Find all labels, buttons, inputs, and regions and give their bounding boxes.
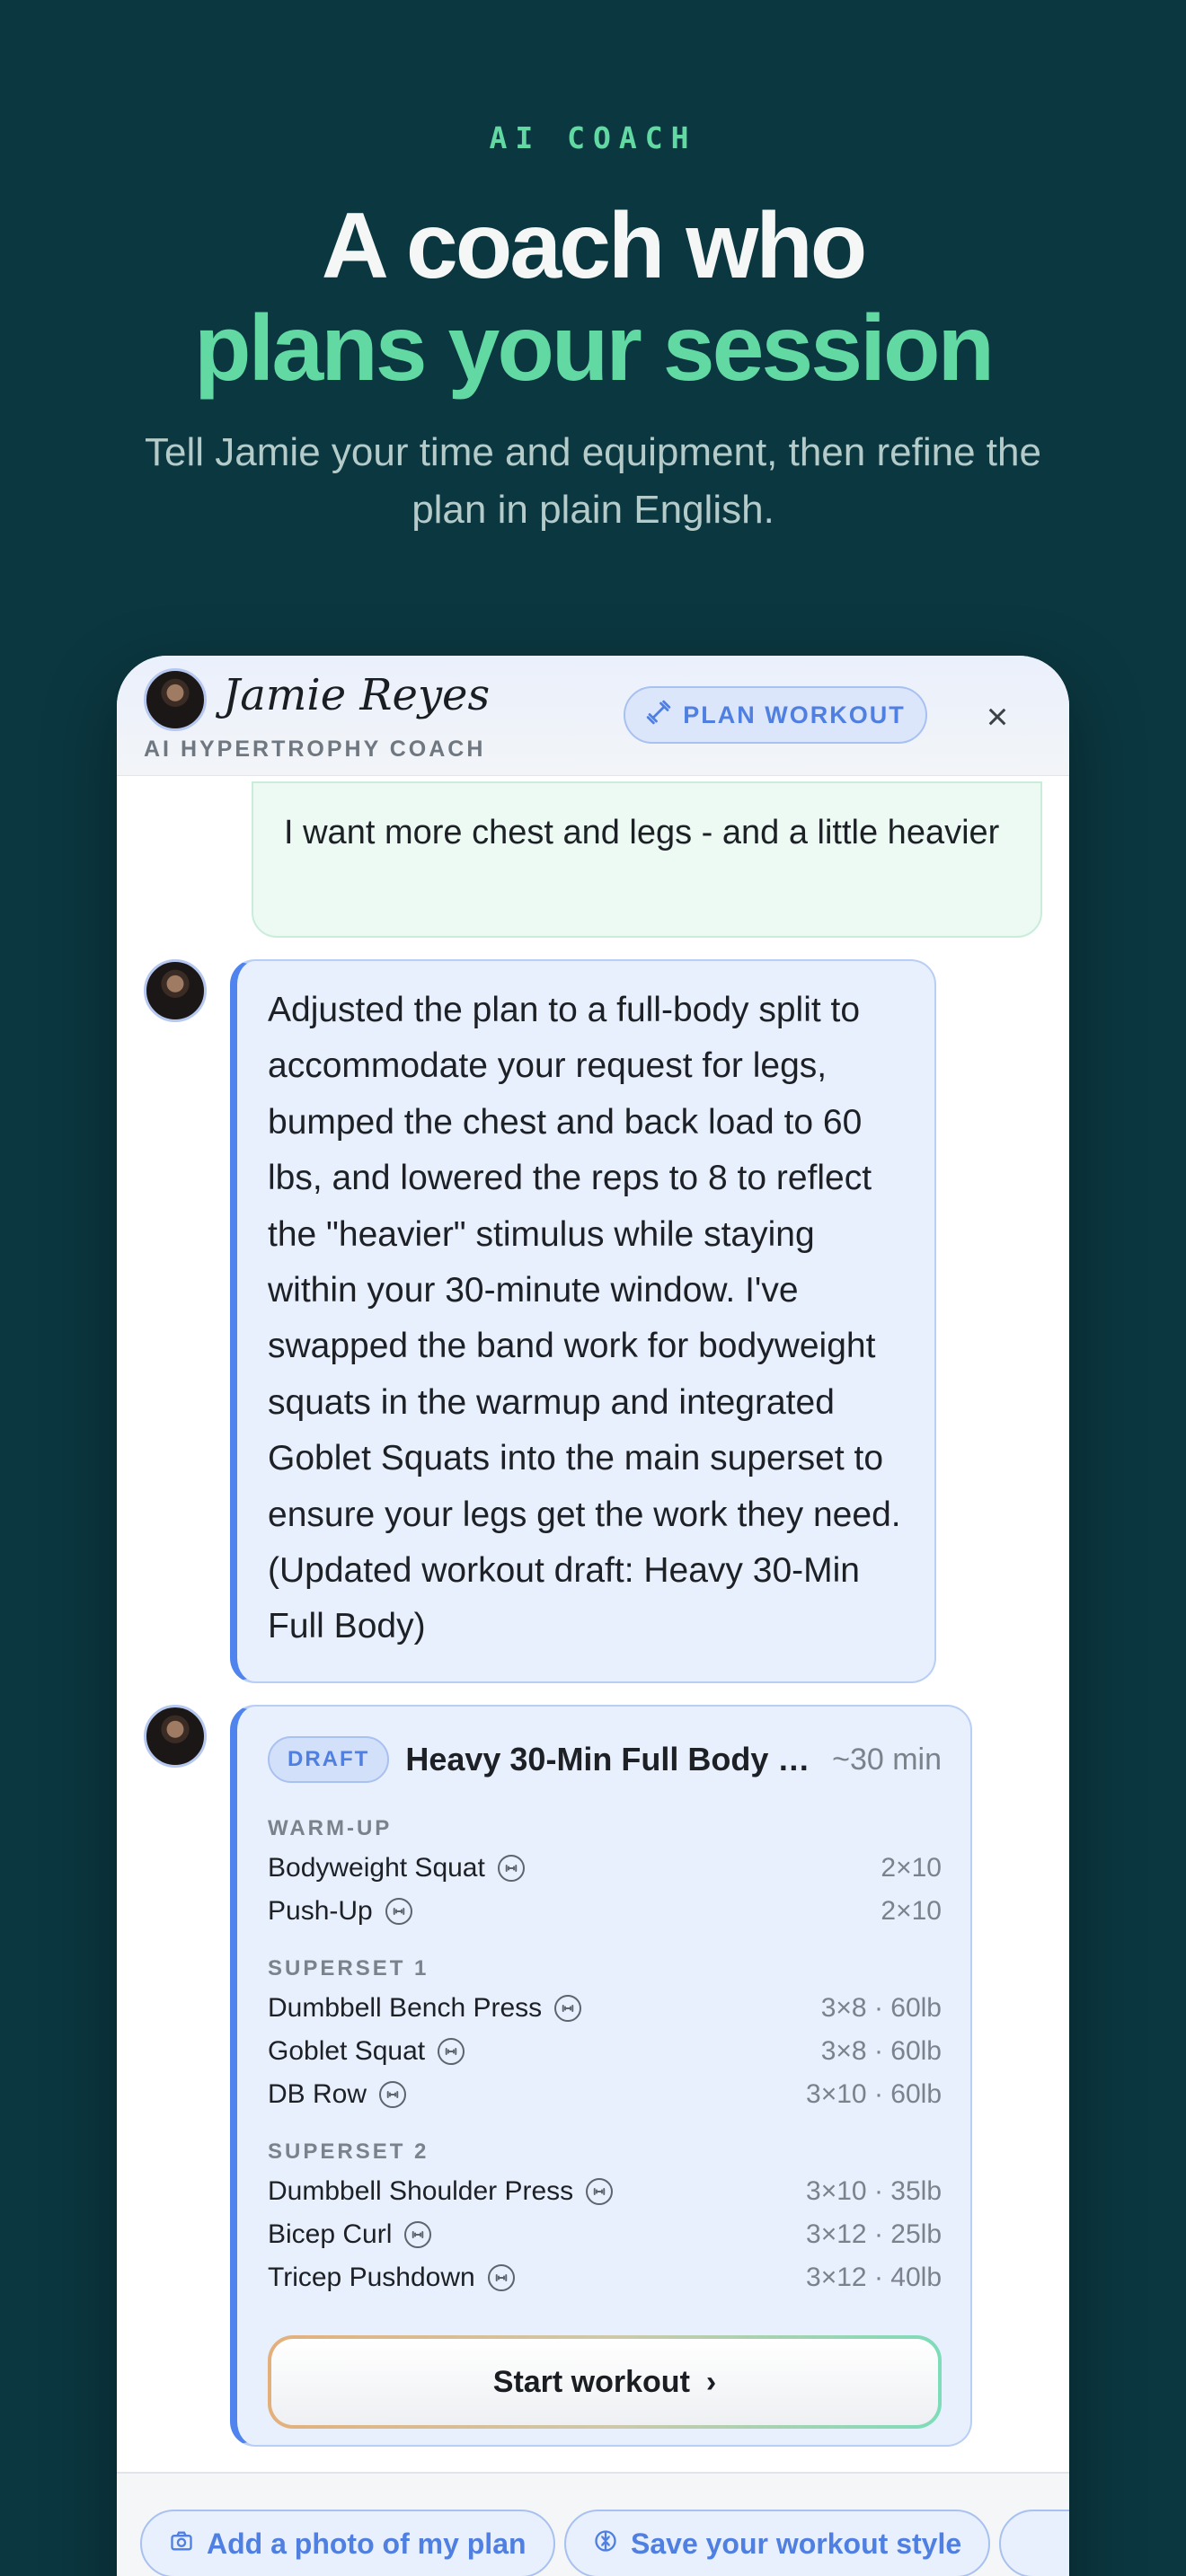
suggestion-bar: Add a photo of my plan Save your workout… (117, 2472, 1069, 2576)
suggestion-label: Save your workout style (631, 2527, 962, 2560)
workout-duration: ~30 min (832, 1742, 942, 1777)
dumbbell-icon (586, 2178, 614, 2205)
suggestion-label: Add a photo of my plan (207, 2527, 527, 2560)
workout-title: Heavy 30-Min Full Body Workout (405, 1741, 828, 1778)
start-workout-button[interactable]: Start workout › (268, 2335, 942, 2429)
user-message: I want more chest and legs - and a littl… (252, 781, 1042, 938)
brain-icon (593, 2527, 618, 2561)
start-workout-label: Start workout (492, 2364, 690, 2399)
exercise-sets: 3×12 · 25lb (806, 2219, 942, 2249)
exercise-sets: 3×8 · 60lb (820, 1993, 942, 2023)
exercise-sets: 3×8 · 60lb (820, 2036, 942, 2066)
coach-message: Adjusted the plan to a full-body split t… (230, 959, 936, 1683)
coach-role: AI HYPERTROPHY COACH (144, 737, 486, 762)
camera-icon (169, 2527, 194, 2561)
dumbbell-icon (379, 2081, 407, 2108)
draft-badge: DRAFT (268, 1736, 390, 1783)
exercise-row[interactable]: Tricep Pushdown 3×12 · 40lb (268, 2260, 942, 2296)
exercise-sets: 3×10 · 35lb (806, 2176, 942, 2206)
dumbbell-icon (487, 2264, 515, 2291)
dumbbell-icon (385, 1898, 412, 1925)
start-workout-button-face: Start workout › (271, 2339, 938, 2425)
exercise-sets: 2×10 (881, 1896, 942, 1926)
suggestion-chip-partial[interactable] (999, 2510, 1069, 2576)
chat-header: Jamie Reyes AI HYPERTROPHY COACH PLAN WO… (117, 656, 1069, 776)
exercise-sets: 2×10 (881, 1853, 942, 1883)
workout-draft-card[interactable]: DRAFT Heavy 30-Min Full Body Workout ~30… (230, 1705, 972, 2447)
suggestion-save-style[interactable]: Save your workout style (564, 2510, 991, 2576)
coach-name: Jamie Reyes (223, 670, 491, 720)
coach-avatar (144, 668, 207, 731)
hero-subtitle: Tell Jamie your time and equipment, then… (145, 430, 1041, 532)
coach-card-avatar (144, 1705, 207, 1768)
dumbbell-icon (404, 2221, 432, 2248)
phone-screen: Jamie Reyes AI HYPERTROPHY COACH PLAN WO… (117, 656, 1069, 2576)
dumbbell-icon (645, 699, 672, 732)
section-label-superset-2: SUPERSET 2 (268, 2139, 429, 2164)
exercise-row[interactable]: Push-Up 2×10 (268, 1893, 942, 1929)
exercise-name: Bicep Curl (268, 2219, 393, 2249)
card-header: DRAFT Heavy 30-Min Full Body Workout ~30… (268, 1735, 942, 1784)
exercise-name: Tricep Pushdown (268, 2263, 475, 2292)
exercise-row[interactable]: Dumbbell Bench Press 3×8 · 60lb (268, 1990, 942, 2026)
dumbbell-icon (438, 2038, 465, 2065)
exercise-row[interactable]: Dumbbell Shoulder Press 3×10 · 35lb (268, 2174, 942, 2210)
exercise-row[interactable]: DB Row 3×10 · 60lb (268, 2077, 942, 2113)
plan-workout-label: PLAN WORKOUT (683, 701, 906, 728)
exercise-sets: 3×12 · 40lb (806, 2263, 942, 2292)
exercise-name: DB Row (268, 2079, 367, 2109)
exercise-row[interactable]: Bicep Curl 3×12 · 25lb (268, 2217, 942, 2253)
suggestion-add-photo[interactable]: Add a photo of my plan (140, 2510, 555, 2576)
exercise-name: Bodyweight Squat (268, 1853, 485, 1883)
dumbbell-icon (554, 1995, 582, 2022)
section-label-warmup: WARM-UP (268, 1816, 393, 1840)
exercise-row[interactable]: Bodyweight Squat 2×10 (268, 1850, 942, 1886)
dumbbell-icon (497, 1855, 525, 1882)
headline-line-2: plans your session (193, 296, 995, 401)
chevron-right-icon: › (705, 2364, 717, 2399)
exercise-name: Goblet Squat (268, 2036, 426, 2066)
close-icon: × (986, 695, 1009, 737)
exercise-name: Dumbbell Bench Press (268, 1993, 543, 2023)
exercise-name: Dumbbell Shoulder Press (268, 2176, 574, 2206)
exercise-sets: 3×10 · 60lb (806, 2079, 942, 2109)
coach-message-avatar (144, 959, 207, 1022)
close-button[interactable]: × (970, 690, 1024, 744)
exercise-name: Push-Up (268, 1896, 373, 1926)
exercise-row[interactable]: Goblet Squat 3×8 · 60lb (268, 2033, 942, 2069)
plan-workout-button[interactable]: PLAN WORKOUT (624, 686, 927, 744)
section-label-superset-1: SUPERSET 1 (268, 1956, 429, 1981)
headline-line-1: A coach who (321, 194, 868, 298)
eyebrow-label: AI COACH (489, 120, 697, 155)
